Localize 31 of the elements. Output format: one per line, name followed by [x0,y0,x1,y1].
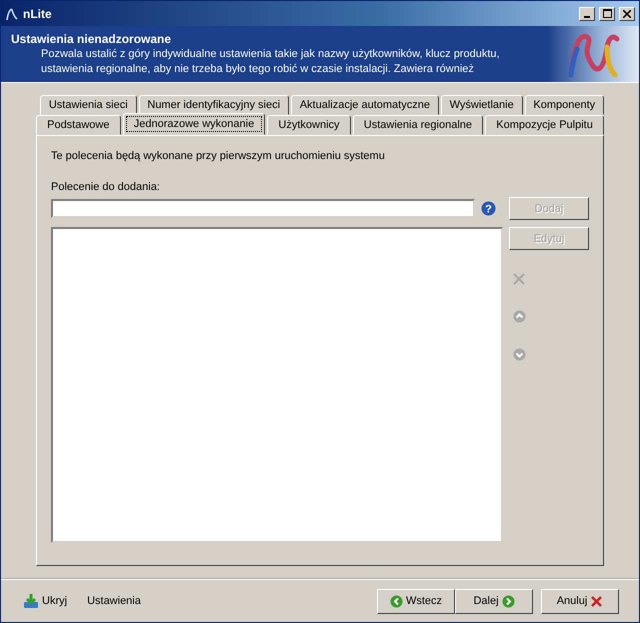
header-title: Ustawienia nienadzorowane [11,32,172,46]
help-icon[interactable]: ? [481,201,496,216]
cancel-button[interactable]: Anuluj [541,588,619,614]
app-logo-icon [5,6,19,20]
field-label: Polecenie do dodania: [51,181,161,193]
tab[interactable]: Użytkownicy [267,115,351,135]
maximize-icon [602,9,612,18]
tab[interactable]: Ustawienia sieci [40,95,137,115]
settings-link[interactable]: Ustawienia [87,595,141,607]
intro-text: Te polecenia będą wykonane przy pierwszym uruchomieniu systemu [51,150,386,162]
tab[interactable]: Aktualizacje automatyczne [290,95,439,115]
download-tray-icon [23,593,39,609]
back-button[interactable]: Wstecz [377,588,455,614]
tab[interactable]: Ustawienia regionalne [352,115,484,135]
tab[interactable]: Kompozycje Pulpitu [485,115,604,135]
maximize-button[interactable] [599,6,615,20]
close-icon [623,10,631,18]
header-description: Pozwala ustalić z góry indywidualne ustawienia takie jak nazwy użytkowników, klucz produktu, ustawienia regionalne, aby nie trzeba było tego robić w czasie instalacji. Zawiera również [40,47,501,77]
hide-button[interactable]: Ukryj [23,593,68,609]
window-title: nLite [23,6,53,20]
tab[interactable]: Wyświetlanie [440,95,523,115]
tab[interactable]: Komponenty [524,95,604,115]
tab[interactable]: Numer identyfikacyjny sieci [138,95,289,115]
tab[interactable]: Podstawowe [36,115,121,135]
close-button[interactable] [619,6,635,20]
cancel-x-icon [590,594,604,608]
command-input-field[interactable] [51,199,475,218]
minimize-icon [584,16,590,18]
minimize-button[interactable] [579,6,595,20]
tab[interactable]: Jednorazowe wykonanie [122,113,266,135]
next-button[interactable]: Dalej [455,588,533,614]
